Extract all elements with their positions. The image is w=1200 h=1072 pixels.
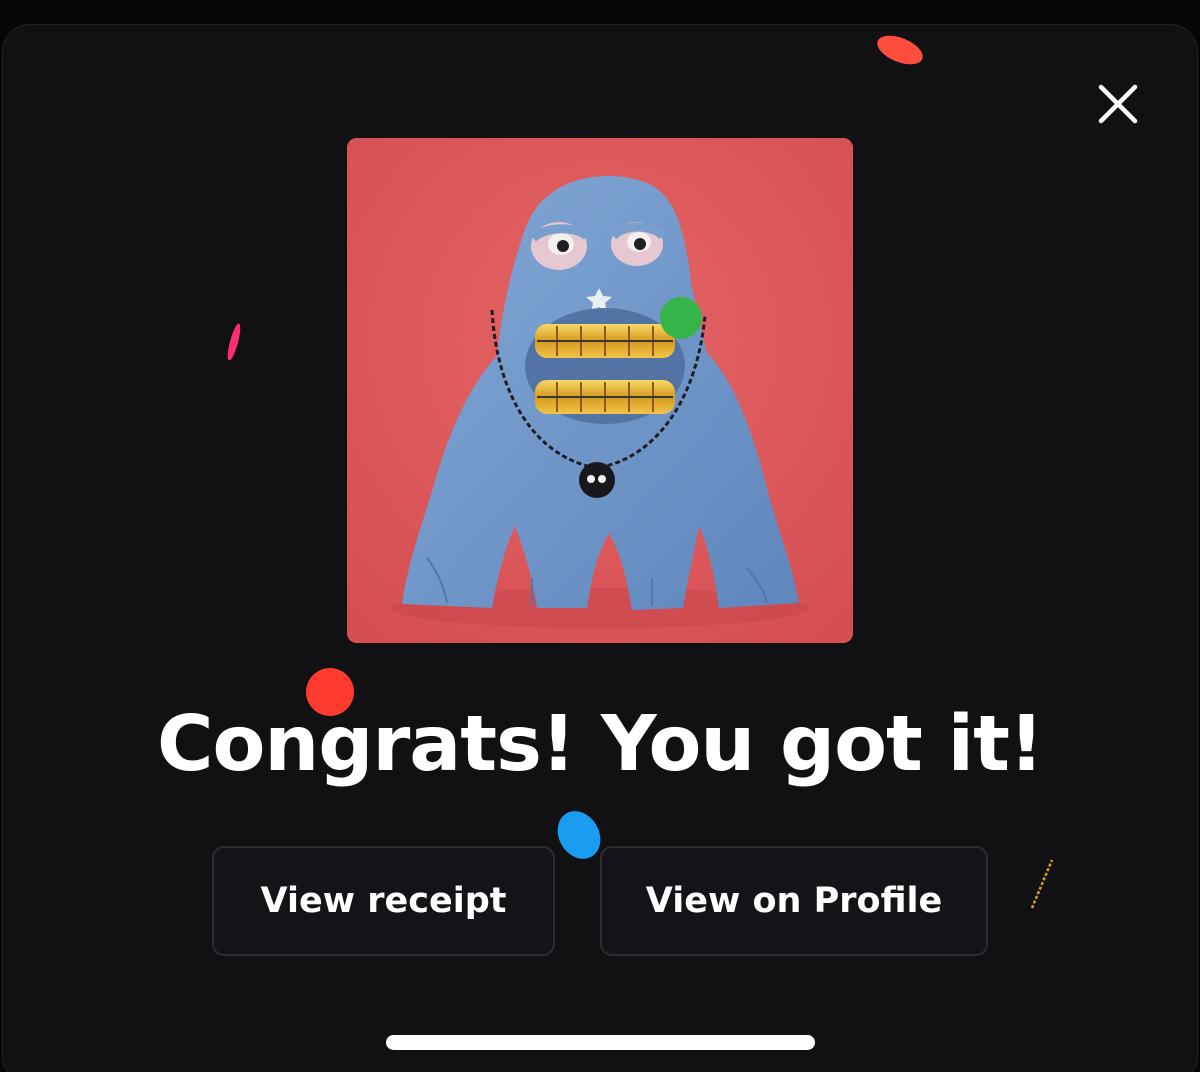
success-headline: Congrats! You got it! (156, 700, 1044, 789)
nft-image (347, 138, 853, 643)
purchase-success-screen: Congrats! You got it! View receipt View … (0, 0, 1200, 1072)
view-receipt-button[interactable]: View receipt (212, 846, 555, 956)
view-on-profile-button[interactable]: View on Profile (600, 846, 988, 956)
close-button[interactable] (1094, 80, 1142, 128)
close-icon (1098, 84, 1138, 124)
home-indicator[interactable] (386, 1035, 815, 1050)
monster-illustration (347, 138, 853, 643)
